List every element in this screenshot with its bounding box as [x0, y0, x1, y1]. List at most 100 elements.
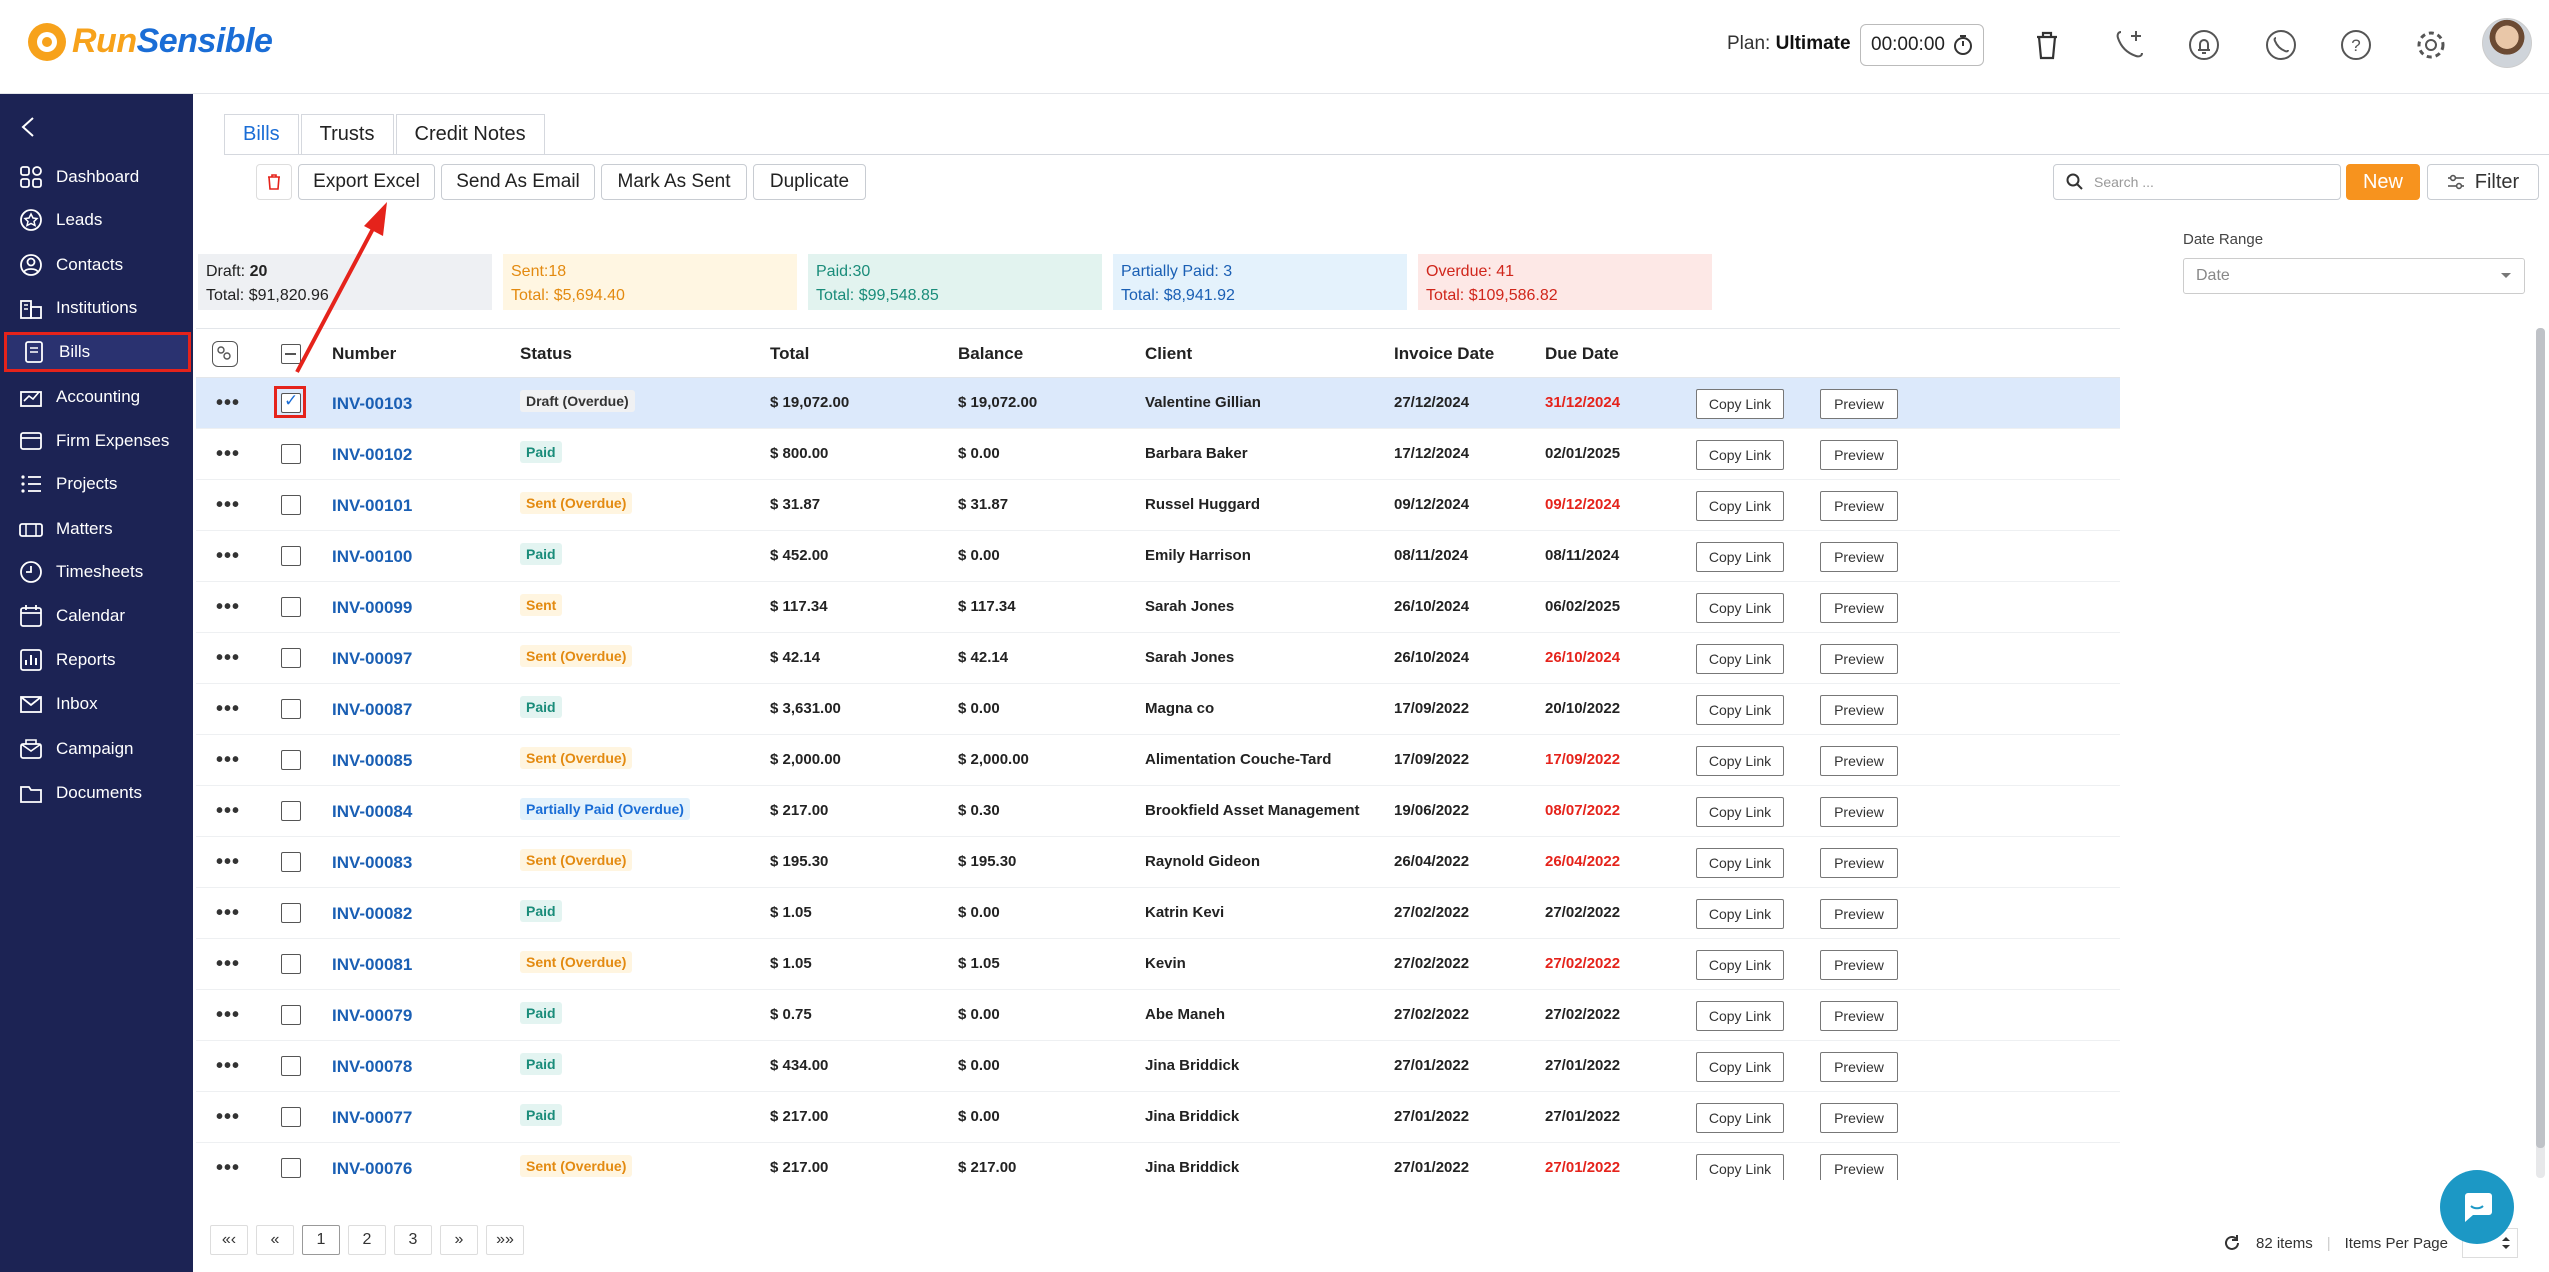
invoice-number-link[interactable]: INV-00101 — [332, 496, 412, 516]
page-3-button[interactable]: 3 — [394, 1225, 432, 1255]
row-checkbox[interactable] — [281, 597, 301, 617]
preview-button[interactable]: Preview — [1820, 848, 1898, 878]
delete-button[interactable] — [256, 164, 292, 200]
preview-button[interactable]: Preview — [1820, 746, 1898, 776]
phone-icon[interactable] — [2262, 26, 2300, 64]
preview-button[interactable]: Preview — [1820, 389, 1898, 419]
add-call-icon[interactable] — [2110, 26, 2148, 64]
notification-bell-icon[interactable] — [2185, 26, 2223, 64]
chat-widget-button[interactable] — [2440, 1170, 2514, 1244]
preview-button[interactable]: Preview — [1820, 950, 1898, 980]
invoice-number-link[interactable]: INV-00079 — [332, 1006, 412, 1026]
sidebar-item-inbox[interactable]: Inbox — [4, 684, 191, 724]
table-row[interactable]: ••• INV-00101 Sent (Overdue) $ 31.87 $ 31.87… — [196, 480, 2120, 531]
row-checkbox[interactable] — [281, 852, 301, 872]
row-checkbox[interactable] — [281, 903, 301, 923]
table-row[interactable]: ••• INV-00081 Sent (Overdue) $ 1.05 $ 1.05 Ke… — [196, 939, 2120, 990]
invoice-number-link[interactable]: INV-00103 — [332, 394, 412, 414]
tab-bills[interactable]: Bills — [224, 114, 299, 154]
row-checkbox[interactable] — [281, 954, 301, 974]
sidebar-item-leads[interactable]: Leads — [4, 200, 191, 240]
row-actions-icon[interactable]: ••• — [216, 494, 240, 517]
table-row[interactable]: ••• INV-00103 Draft (Overdue) $ 19,072.00 $ … — [196, 378, 2120, 429]
select-all-checkbox[interactable] — [281, 344, 301, 364]
mark-as-sent-button[interactable]: Mark As Sent — [601, 164, 747, 200]
stat-card-partially-paid[interactable]: Partially Paid: 3 Total: $8,941.92 — [1113, 254, 1407, 310]
row-checkbox[interactable] — [281, 444, 301, 464]
copy-link-button[interactable]: Copy Link — [1696, 542, 1784, 572]
row-actions-icon[interactable]: ••• — [216, 1055, 240, 1078]
row-checkbox[interactable] — [281, 1005, 301, 1025]
table-row[interactable]: ••• INV-00087 Paid $ 3,631.00 $ 0.00 Magna co… — [196, 684, 2120, 735]
stat-card-overdue[interactable]: Overdue: 41 Total: $109,586.82 — [1418, 254, 1712, 310]
row-actions-icon[interactable]: ••• — [216, 1157, 240, 1180]
runsensible-logo[interactable]: RunSensible — [28, 22, 273, 61]
table-row[interactable]: ••• INV-00083 Sent (Overdue) $ 195.30 $ 195.… — [196, 837, 2120, 888]
user-avatar[interactable] — [2482, 18, 2532, 68]
stat-card-draft[interactable]: Draft: 20 Total: $91,820.96 — [198, 254, 492, 310]
scrollbar-thumb[interactable] — [2536, 328, 2545, 1148]
copy-link-button[interactable]: Copy Link — [1696, 899, 1784, 929]
header-total[interactable]: Total — [770, 344, 809, 364]
page-1-button[interactable]: 1 — [302, 1225, 340, 1255]
sidebar-item-matters[interactable]: Matters — [4, 509, 191, 549]
invoice-number-link[interactable]: INV-00084 — [332, 802, 412, 822]
copy-link-button[interactable]: Copy Link — [1696, 1001, 1784, 1031]
prev-page-button[interactable]: « — [256, 1225, 294, 1255]
row-actions-icon[interactable]: ••• — [216, 596, 240, 619]
sidebar-item-accounting[interactable]: Accounting — [4, 377, 191, 417]
row-checkbox[interactable] — [281, 648, 301, 668]
row-actions-icon[interactable]: ••• — [216, 851, 240, 874]
date-range-select[interactable]: Date — [2183, 258, 2525, 294]
table-row[interactable]: ••• INV-00099 Sent $ 117.34 $ 117.34 Sarah Jo… — [196, 582, 2120, 633]
next-page-button[interactable]: » — [440, 1225, 478, 1255]
preview-button[interactable]: Preview — [1820, 593, 1898, 623]
invoice-number-link[interactable]: INV-00076 — [332, 1159, 412, 1179]
row-actions-icon[interactable]: ••• — [216, 902, 240, 925]
invoice-number-link[interactable]: INV-00102 — [332, 445, 412, 465]
invoice-number-link[interactable]: INV-00077 — [332, 1108, 412, 1128]
copy-link-button[interactable]: Copy Link — [1696, 491, 1784, 521]
copy-link-button[interactable]: Copy Link — [1696, 746, 1784, 776]
new-bill-button[interactable]: New — [2346, 164, 2420, 200]
preview-button[interactable]: Preview — [1820, 491, 1898, 521]
sidebar-item-bills[interactable]: Bills — [4, 332, 191, 372]
invoice-number-link[interactable]: INV-00087 — [332, 700, 412, 720]
row-checkbox[interactable] — [281, 1107, 301, 1127]
table-row[interactable]: ••• INV-00084 Partially Paid (Overdue) $ 21… — [196, 786, 2120, 837]
invoice-number-link[interactable]: INV-00099 — [332, 598, 412, 618]
sidebar-item-contacts[interactable]: Contacts — [4, 245, 191, 285]
copy-link-button[interactable]: Copy Link — [1696, 440, 1784, 470]
preview-button[interactable]: Preview — [1820, 1001, 1898, 1031]
collapse-sidebar-icon[interactable] — [20, 114, 36, 145]
page-2-button[interactable]: 2 — [348, 1225, 386, 1255]
sidebar-item-institutions[interactable]: Institutions — [4, 288, 191, 328]
copy-link-button[interactable]: Copy Link — [1696, 389, 1784, 419]
invoice-number-link[interactable]: INV-00081 — [332, 955, 412, 975]
table-row[interactable]: ••• INV-00076 Sent (Overdue) $ 217.00 $ 217.… — [196, 1143, 2120, 1180]
header-client[interactable]: Client — [1145, 344, 1192, 364]
export-excel-button[interactable]: Export Excel — [298, 164, 435, 200]
row-actions-icon[interactable]: ••• — [216, 953, 240, 976]
header-number[interactable]: Number — [332, 344, 396, 364]
row-actions-icon[interactable]: ••• — [216, 800, 240, 823]
preview-button[interactable]: Preview — [1820, 542, 1898, 572]
row-checkbox[interactable] — [281, 391, 301, 413]
preview-button[interactable]: Preview — [1820, 695, 1898, 725]
refresh-icon[interactable] — [2222, 1233, 2242, 1253]
sidebar-item-documents[interactable]: Documents — [4, 773, 191, 813]
table-scrollbar[interactable] — [2536, 328, 2545, 1178]
sidebar-item-calendar[interactable]: Calendar — [4, 596, 191, 636]
table-row[interactable]: ••• INV-00100 Paid $ 452.00 $ 0.00 Emily Harr… — [196, 531, 2120, 582]
table-row[interactable]: ••• INV-00085 Sent (Overdue) $ 2,000.00 $ 2,… — [196, 735, 2120, 786]
invoice-number-link[interactable]: INV-00097 — [332, 649, 412, 669]
tab-credit-notes[interactable]: Credit Notes — [395, 114, 545, 154]
table-row[interactable]: ••• INV-00082 Paid $ 1.05 $ 0.00 Katrin Kevi 2… — [196, 888, 2120, 939]
row-checkbox[interactable] — [281, 750, 301, 770]
column-settings-icon[interactable] — [212, 341, 238, 367]
row-actions-icon[interactable]: ••• — [216, 545, 240, 568]
search-field[interactable]: Search ... — [2053, 164, 2341, 200]
header-status[interactable]: Status — [520, 344, 572, 364]
header-due-date[interactable]: Due Date — [1545, 344, 1619, 364]
row-checkbox[interactable] — [281, 1056, 301, 1076]
